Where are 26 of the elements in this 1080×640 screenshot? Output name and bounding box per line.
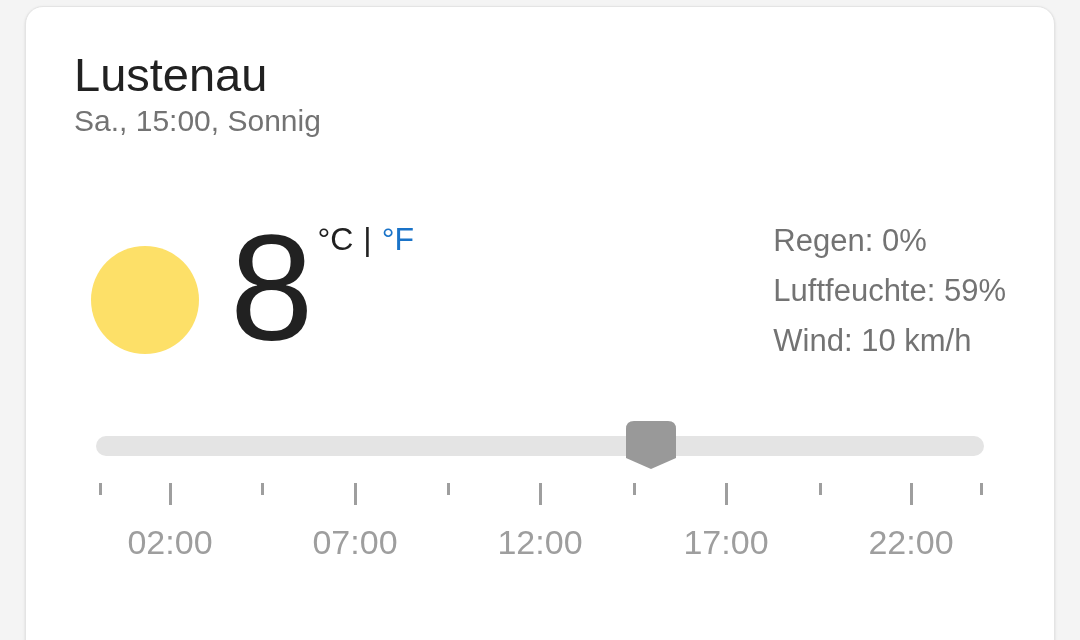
time-label: 07:00 — [312, 522, 398, 562]
location-title: Lustenau — [74, 47, 268, 103]
time-label: 12:00 — [497, 522, 583, 562]
temperature-value: 8 — [230, 223, 314, 353]
time-label: 22:00 — [868, 522, 954, 562]
tick-mark — [169, 483, 172, 505]
weather-detail: Wind: 10 km/h — [773, 322, 972, 360]
tick-mark — [910, 483, 913, 505]
tick-mark — [980, 483, 983, 495]
unit-link[interactable]: °F — [381, 219, 414, 259]
unit-label: °C — [317, 220, 354, 259]
tick-mark — [725, 483, 728, 505]
time-label: 17:00 — [683, 522, 769, 562]
tick-mark — [261, 483, 264, 495]
tick-mark — [539, 483, 542, 505]
weather-detail: Regen: 0% — [773, 222, 927, 260]
weather-detail: Luftfeuchte: 59% — [773, 272, 1006, 310]
tick-mark — [354, 483, 357, 505]
tick-mark — [819, 483, 822, 495]
unit-separator: | — [363, 220, 372, 259]
tick-mark — [633, 483, 636, 495]
sun-icon — [90, 245, 200, 355]
tick-mark — [447, 483, 450, 495]
weather-subtitle: Sa., 15:00, Sonnig — [74, 103, 321, 139]
time-label: 02:00 — [127, 522, 213, 562]
tick-mark — [99, 483, 102, 495]
